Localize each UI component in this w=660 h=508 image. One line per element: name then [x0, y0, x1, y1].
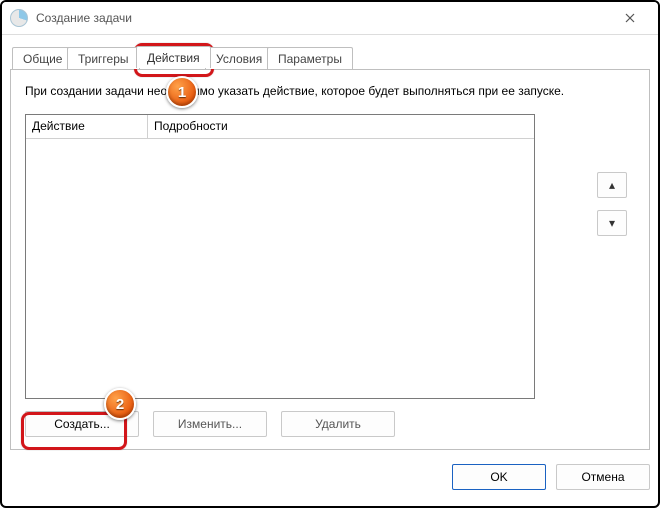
move-down-button[interactable]: ▾ [597, 210, 627, 236]
col-action[interactable]: Действие [26, 115, 148, 139]
ok-button[interactable]: OK [452, 464, 546, 490]
callout-1: 1 [166, 76, 198, 108]
tab-conditions[interactable]: Условия [205, 47, 273, 69]
edit-button[interactable]: Изменить... [153, 411, 267, 437]
cancel-button[interactable]: Отмена [556, 464, 650, 490]
client-area: Общие Триггеры Действия Условия Параметр… [10, 36, 650, 498]
delete-button[interactable]: Удалить [281, 411, 395, 437]
tab-triggers[interactable]: Триггеры [67, 47, 140, 69]
close-button[interactable] [610, 6, 650, 30]
action-buttons: Создать... Изменить... Удалить [25, 411, 395, 437]
dialog-buttons: OK Отмена [452, 464, 650, 490]
instruction-text: При создании задачи необходимо указать д… [25, 84, 635, 98]
actions-list[interactable]: Действие Подробности [25, 114, 535, 399]
tab-settings[interactable]: Параметры [267, 47, 353, 69]
reorder-buttons: ▴ ▾ [597, 172, 627, 236]
task-create-dialog: Создание задачи Общие Триггеры Действия … [0, 0, 660, 508]
table-header-row: Действие Подробности [26, 115, 534, 139]
tab-general[interactable]: Общие [12, 47, 73, 69]
callout-2: 2 [104, 388, 136, 420]
clock-icon [10, 9, 28, 27]
chevron-up-icon: ▴ [609, 178, 615, 192]
tab-actions[interactable]: Действия [136, 46, 211, 68]
col-details[interactable]: Подробности [148, 115, 534, 139]
move-up-button[interactable]: ▴ [597, 172, 627, 198]
titlebar: Создание задачи [2, 2, 658, 35]
chevron-down-icon: ▾ [609, 216, 615, 230]
close-icon [625, 13, 635, 23]
actions-panel: При создании задачи необходимо указать д… [10, 69, 650, 450]
window-title: Создание задачи [36, 11, 610, 25]
tab-strip: Общие Триггеры Действия Условия Параметр… [10, 46, 650, 69]
